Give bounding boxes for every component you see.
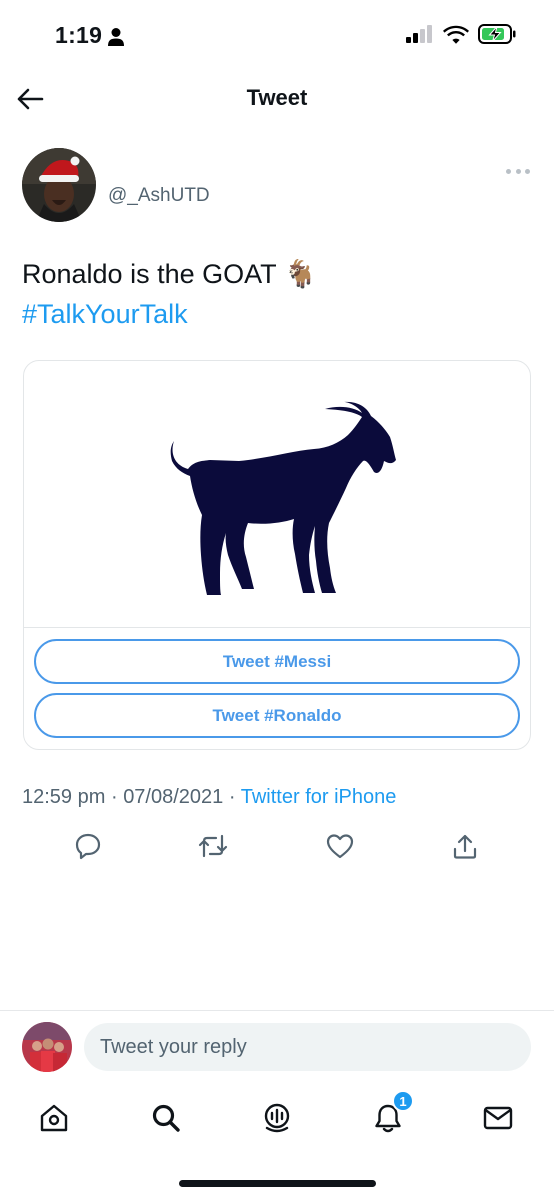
meta-separator: · <box>110 786 118 808</box>
battery-charging-icon <box>478 24 516 44</box>
tweet-actions <box>0 826 554 866</box>
share-icon <box>453 834 477 859</box>
tweet-messi-button[interactable]: Tweet #Messi <box>34 639 520 684</box>
cellular-signal-icon <box>406 25 432 43</box>
more-dot-icon <box>525 168 530 174</box>
tab-spaces[interactable] <box>255 1096 299 1140</box>
tweet-text: Ronaldo is the GOAT 🐐 #TalkYourTalk <box>22 254 532 334</box>
like-button[interactable] <box>324 830 356 862</box>
header: Tweet <box>0 75 554 123</box>
user-avatar[interactable] <box>22 1022 72 1072</box>
reply-icon <box>75 833 101 860</box>
search-icon <box>152 1104 180 1132</box>
notifications-badge: 1 <box>392 1090 414 1112</box>
page-title: Tweet <box>246 85 308 110</box>
tab-messages[interactable] <box>476 1096 520 1140</box>
user-avatar-image <box>22 1022 72 1072</box>
home-indicator[interactable] <box>179 1180 376 1187</box>
reply-button[interactable] <box>72 830 104 862</box>
tab-notifications[interactable]: 1 <box>366 1090 414 1140</box>
tweet-body: Ronaldo is the GOAT <box>22 259 277 289</box>
status-indicators <box>406 24 516 44</box>
person-icon <box>108 28 124 46</box>
envelope-icon <box>483 1106 513 1130</box>
retweet-button[interactable] <box>197 830 229 862</box>
status-bar: 1:19 <box>0 0 554 75</box>
goat-silhouette-image <box>170 401 396 595</box>
more-dot-icon <box>515 168 521 174</box>
share-button[interactable] <box>449 830 481 862</box>
author-avatar[interactable] <box>22 148 96 222</box>
tweet-date: 07/08/2021 <box>123 786 224 808</box>
wifi-icon <box>443 25 469 44</box>
status-time: 1:19 <box>55 22 103 48</box>
retweet-icon <box>198 834 228 858</box>
divider <box>0 1010 554 1011</box>
tab-home[interactable] <box>32 1096 76 1140</box>
reply-input[interactable] <box>84 1023 531 1071</box>
more-options-button[interactable] <box>506 164 530 178</box>
avatar-image <box>22 148 96 222</box>
meta-separator: · <box>228 786 236 808</box>
tweet-source-link[interactable]: Twitter for iPhone <box>241 786 397 808</box>
author-handle[interactable]: @_AshUTD <box>108 185 210 207</box>
tweet-ronaldo-button[interactable]: Tweet #Ronaldo <box>34 693 520 738</box>
tweet-meta: 12:59 pm · 07/08/2021 · Twitter for iPho… <box>22 786 396 809</box>
hashtag-link[interactable]: #TalkYourTalk <box>22 299 188 329</box>
more-dot-icon <box>506 168 511 174</box>
tab-search[interactable] <box>144 1096 188 1140</box>
heart-icon <box>326 834 354 859</box>
bottom-tab-bar: 1 <box>0 1090 554 1146</box>
goat-emoji: 🐐 <box>283 259 318 289</box>
tweet-time: 12:59 pm <box>22 786 106 808</box>
spaces-icon <box>264 1103 290 1133</box>
home-icon <box>40 1104 68 1132</box>
poll-card: Tweet #Messi Tweet #Ronaldo <box>23 360 531 750</box>
card-image[interactable] <box>24 361 530 628</box>
